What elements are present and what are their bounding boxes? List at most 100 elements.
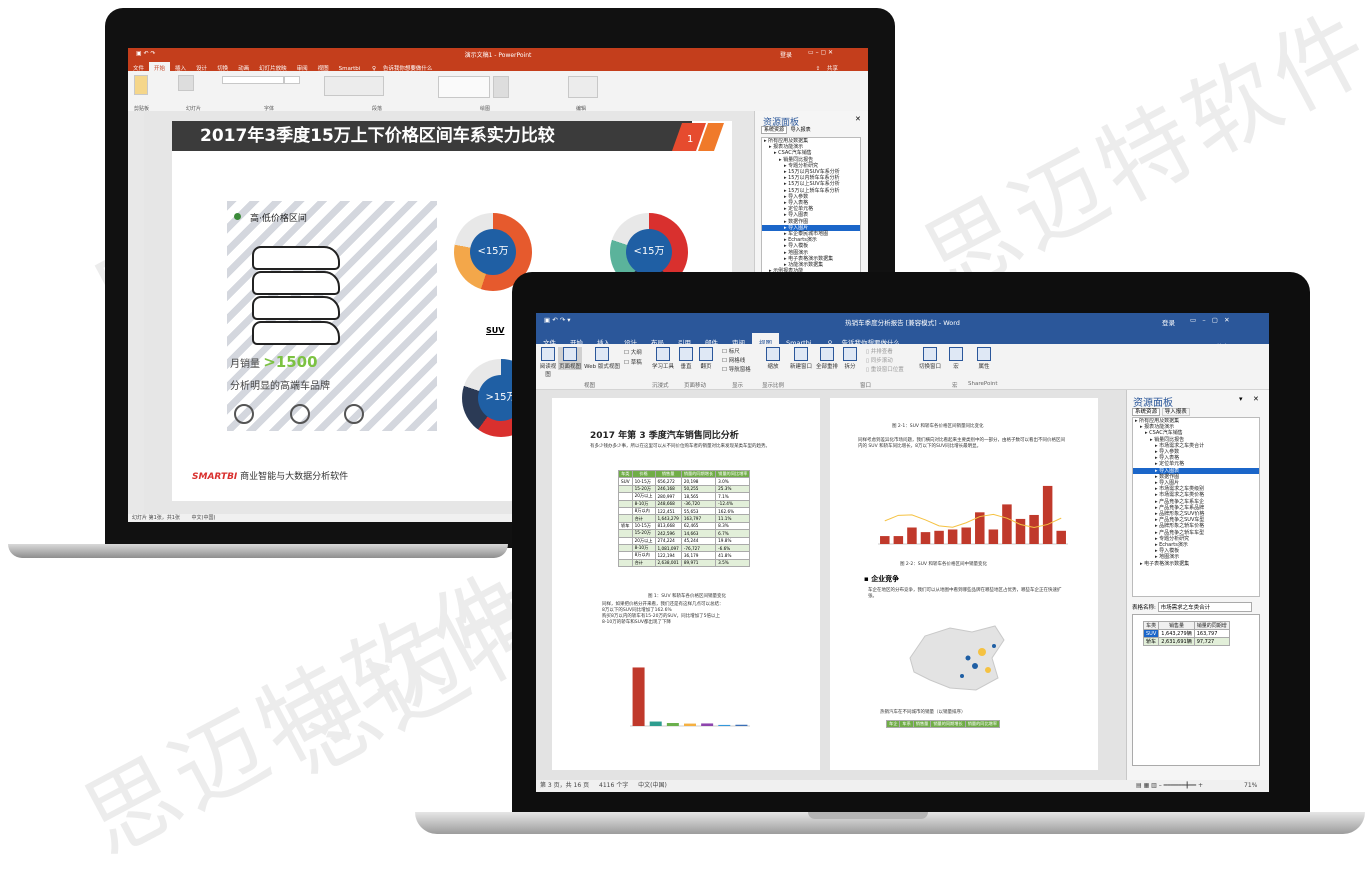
gridlines-checkbox[interactable]: ☐ 网格线 <box>722 356 745 364</box>
split-button[interactable]: 拆分 <box>842 347 858 370</box>
find-replace-group[interactable] <box>568 76 598 98</box>
table-cell: 813,668 <box>654 521 682 531</box>
draft-checkbox[interactable]: ☐ 草稿 <box>624 358 642 366</box>
bar <box>893 536 904 544</box>
word-login[interactable]: 登录 <box>1162 317 1175 327</box>
group-sharepoint: SharePoint <box>968 381 998 387</box>
table-cell: 轿车 <box>618 521 633 531</box>
word-window-title: 热销车季度分析报告 [兼容模式] - Word <box>845 319 960 327</box>
table-cell: 10-15万 <box>631 477 656 486</box>
arrange-button[interactable] <box>493 76 509 98</box>
tree-item-label: 导入图片 <box>788 224 809 231</box>
font-name-box[interactable] <box>222 76 284 84</box>
tree-item[interactable]: ▸ 电子表格演示数据集 <box>1133 561 1259 567</box>
page2-paragraph: 同样考虑到差异化市场问题，我们横向对比看起来主要类别中的一部分，由格子数可以看出… <box>858 438 1065 449</box>
tree-item-label: 数据作图 <box>1159 473 1180 480</box>
tree-item-label: 专题分析研究 <box>788 162 819 169</box>
group-page-movement: 页面移动 <box>684 383 707 389</box>
table-cell: 248,668 <box>654 499 682 508</box>
arrange-all-button[interactable]: 全部重排 <box>816 347 838 370</box>
gear-icon <box>290 404 310 424</box>
word-title-bar: ▣ ↶ ↷ ▾ 热销车季度分析报告 [兼容模式] - Word 登录 ▭ – ▢… <box>536 313 1269 329</box>
slide-thumbnail-rail[interactable] <box>128 111 145 516</box>
ppt-ribbon: 剪贴板 幻灯片 字体 段落 绘图 编辑 <box>128 71 868 112</box>
enterprise-table-header: 车企 车系 销售量 销量的同期增长 销量的同比增率 <box>885 719 1001 729</box>
zoom-slider[interactable]: ▤ ▦ ▥ – ━━━━━━╋━━ + <box>1136 782 1203 789</box>
table-row: 轿车 10-15万 813,668 62,465 8.3% <box>618 521 751 531</box>
paste-button[interactable] <box>134 75 148 95</box>
web-layout-button[interactable]: Web 版式视图 <box>582 347 622 370</box>
new-slide-button[interactable] <box>178 75 194 91</box>
read-mode-button[interactable]: 阅读视图 <box>538 347 558 378</box>
navigation-pane-checkbox[interactable]: ☐ 导航窗格 <box>722 365 751 373</box>
bar <box>1042 485 1053 544</box>
table-cell <box>618 558 633 568</box>
table-header-cell: 销量的同比增率 <box>715 469 751 479</box>
view-side-by-side[interactable]: ▯ 并排查看 <box>866 347 893 355</box>
page-count: 第 3 页，共 16 页 <box>540 782 590 789</box>
bar <box>1056 530 1066 544</box>
grid-row[interactable]: 轿车 2,631,691辆 97,727 <box>1142 637 1230 646</box>
macros-button[interactable]: 宏 <box>948 347 964 370</box>
status-language: 中文(中国) <box>191 515 216 521</box>
table-name-field[interactable]: 市场需求之车类合计 <box>1157 602 1252 612</box>
bar <box>1002 504 1012 544</box>
table-cell: 25.3% <box>715 484 751 494</box>
font-size-box[interactable] <box>284 76 300 84</box>
window-controls[interactable]: ▭ – ▢ ✕ <box>808 49 833 56</box>
brand-tagline: 商业智能与大数据分析软件 <box>240 472 349 482</box>
donut-label: <15万 <box>626 229 672 275</box>
panel-tabs: 系统资源 导入报表 <box>761 126 813 134</box>
zoom-level[interactable]: 71% <box>1244 782 1257 789</box>
sales-prefix: 月销量 <box>230 359 260 370</box>
shapes-gallery[interactable] <box>438 76 490 98</box>
document-page-2[interactable]: 图 2-1：SUV 和轿车各价格区间销量同比变化 同样考虑到差异化市场问题，我们… <box>830 398 1098 770</box>
window-controls[interactable]: ▭ – ▢ ✕ <box>1190 316 1230 324</box>
resource-tree[interactable]: ▸ 所有应用及数据集 ▸ 报表功能演示 ▸ CSAC汽车销售 ▸ 销量同比报告 ▸ 专题… <box>761 137 861 279</box>
table-cell: 8万以内 <box>631 506 656 516</box>
table-cell: 2,638,001 <box>654 558 682 568</box>
tab-import-report[interactable]: 导入报表 <box>1161 408 1190 416</box>
new-window-button[interactable]: 新建窗口 <box>790 347 812 370</box>
paragraph-controls[interactable] <box>324 76 384 96</box>
panel-close-icon[interactable]: ✕ <box>1253 395 1259 403</box>
slide-title: 2017年3季度15万上下价格区间车系实力比较 <box>172 121 692 151</box>
bar <box>988 529 999 544</box>
tree-item-label: 市场需求之车类价格 <box>1159 492 1205 499</box>
document-page-1[interactable]: 2017 年第 3 季度汽车销售同比分析 有多少钱办多少事，所以在这里可以从不同… <box>552 398 820 770</box>
tab-system-resource[interactable]: 系统资源 <box>1132 408 1161 416</box>
bar <box>718 724 731 726</box>
table-cell: 1,643,279 <box>654 514 682 523</box>
section-heading: ▪ 企业竞争 <box>864 575 900 583</box>
side-to-side-button[interactable]: 翻页 <box>698 347 714 370</box>
word-status-bar: 第 3 页，共 16 页 4116 个字 中文(中国) ▤ ▦ ▥ – ━━━━… <box>536 780 1269 792</box>
synchronous-scrolling[interactable]: ▯ 同步滚动 <box>866 356 893 364</box>
vertical-button[interactable]: 垂直 <box>678 347 694 370</box>
data-grid[interactable]: 车类 销售量 销量的同期增 SUV 1,643,279辆 163,797 轿车 2,631,… <box>1132 614 1260 766</box>
word-count[interactable]: 4116 个字 <box>599 782 628 789</box>
panel-dropdown-icon[interactable]: ▾ <box>1239 395 1243 403</box>
zoom-button[interactable]: 缩放 <box>764 347 782 370</box>
table-cell: 10-15万 <box>631 521 656 531</box>
ruler-checkbox[interactable]: ☐ 标尺 <box>722 347 740 355</box>
table-cell: 8-10万 <box>631 499 656 508</box>
ppt-login[interactable]: 登录 <box>780 50 792 59</box>
properties-button[interactable]: 属性 <box>974 347 994 370</box>
grid-row[interactable]: SUV 1,643,279辆 163,797 <box>1142 629 1230 638</box>
tab-system-resource[interactable]: 系统资源 <box>761 126 788 134</box>
bar <box>880 536 890 544</box>
reset-window-position[interactable]: ▯ 重设窗口位置 <box>866 365 904 373</box>
outline-checkbox[interactable]: ☐ 大纲 <box>624 348 642 356</box>
table-cell: 122,451 <box>654 506 682 516</box>
status-language[interactable]: 中文(中国) <box>638 782 667 789</box>
panel-close-icon[interactable]: ✕ <box>855 115 861 123</box>
switch-windows-button[interactable]: 切换窗口 <box>918 347 942 370</box>
sales-table: 车类 价格 销售量 销量的同期增长 销量的同比增率 SUV 10-15万 656,272 20… <box>618 469 751 568</box>
document-area: 2017 年第 3 季度汽车销售同比分析 有多少钱办多少事，所以在这里可以从不同… <box>536 390 1126 780</box>
tree-item-label: 导入图表 <box>1159 467 1180 474</box>
resource-tree[interactable]: ▸ 所有应用及数据集 ▸ 报表功能演示 ▸ CSAC汽车销售 ▸ 销量同比报告 ▸ 市场… <box>1132 417 1260 597</box>
gear-icon <box>344 404 364 424</box>
learning-tools-button[interactable]: 学习工具 <box>652 347 674 370</box>
print-layout-button[interactable]: 页面视图 <box>558 347 582 370</box>
tab-import-report[interactable]: 导入报表 <box>789 127 813 133</box>
